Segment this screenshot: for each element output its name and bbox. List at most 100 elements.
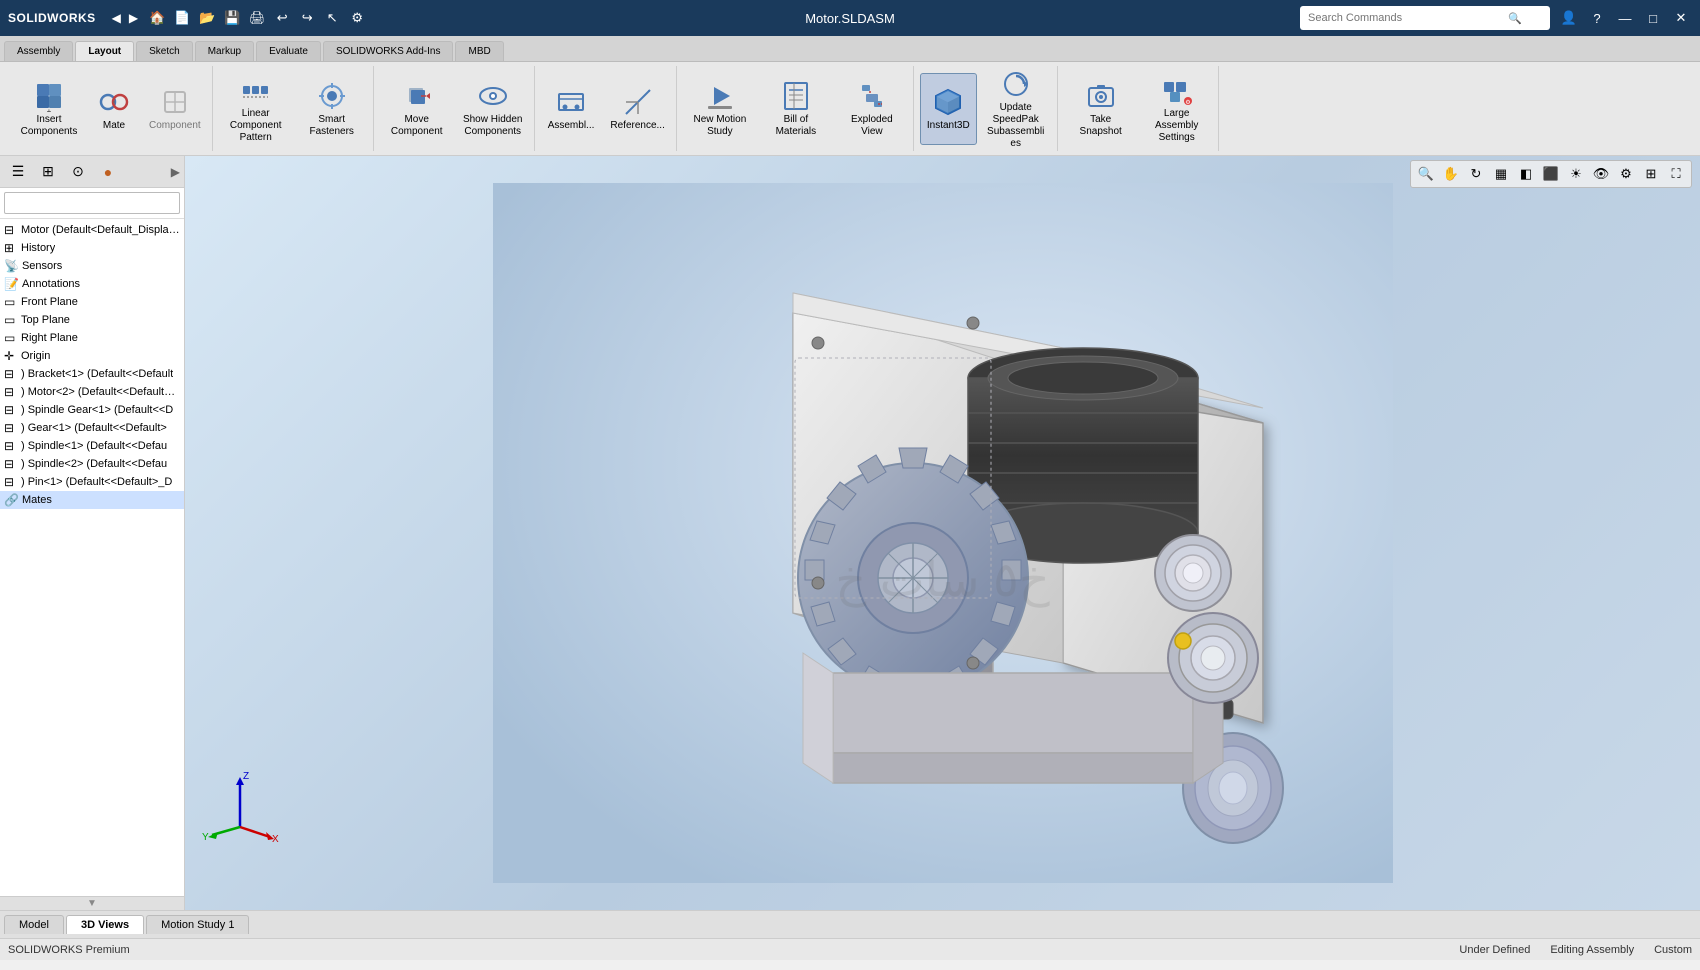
component-icon [159,86,191,118]
minimize-button[interactable]: — [1614,7,1636,29]
tree-item-bracket[interactable]: ⊟ ) Bracket<1> (Default<<Default [0,365,184,383]
main-area: ☰ ⊞ ⊙ ● ▶ ⊟ Motor (Default<Default_Displ… [0,156,1700,910]
save-button[interactable]: 💾 [221,7,243,29]
tree-item-mates[interactable]: 🔗 Mates [0,491,184,509]
update-speedpak-button[interactable]: Update SpeedPak Subassemblies [979,73,1053,145]
tree-item-sensors-icon: 📡 [4,259,19,273]
bottom-tab-motion1[interactable]: Motion Study 1 [146,915,249,934]
bottom-tab-3dviews[interactable]: 3D Views [66,915,144,934]
show-hidden-label: Show Hidden Components [463,114,523,138]
linear-pattern-label: Linear Component Pattern [226,108,286,144]
instant3d-button[interactable]: Instant3D [920,73,977,145]
ribbon-group-pattern-items: Linear Component Pattern Smart Fas [219,68,369,149]
move-component-button[interactable]: Move Component [380,73,454,145]
tree-item-gear[interactable]: ⊟ ) Gear<1> (Default<<Default> [0,419,184,437]
tab-mbd[interactable]: MBD [455,41,503,61]
assembly-label: Assembl... [548,120,595,132]
search-dropdown-icon[interactable]: ▼ [1524,13,1534,24]
bill-of-materials-button[interactable]: Bill of Materials [759,73,833,145]
tree-item-top-plane[interactable]: ▭ Top Plane [0,311,184,329]
tree-item-origin[interactable]: ✛ Origin [0,347,184,365]
print-button[interactable]: 🖨 [246,7,268,29]
maximize-button[interactable]: □ [1642,7,1664,29]
mate-button[interactable]: Mate [88,73,140,145]
tree-item-top-plane-label: Top Plane [21,314,70,326]
ribbon-group-move: Move Component Show Hidden Components [376,66,535,151]
user-icon[interactable]: 👤 [1558,7,1580,29]
component-button[interactable]: Component [142,73,208,145]
tree-item-right-plane-icon: ▭ [4,331,18,345]
reference-button[interactable]: Reference... [603,73,671,145]
undo-button[interactable]: ↩ [271,7,293,29]
take-snapshot-label: Take Snapshot [1071,114,1131,138]
model-area [185,156,1700,910]
new-button[interactable]: 📄 [171,7,193,29]
tab-sketch[interactable]: Sketch [136,41,193,61]
new-motion-study-label: New Motion Study [690,114,750,138]
select-button[interactable]: ↖ [321,7,343,29]
tab-evaluate[interactable]: Evaluate [256,41,321,61]
large-assembly-button[interactable]: ⚙ Large Assembly Settings [1140,73,1214,145]
tree-item-gear-icon: ⊟ [4,421,18,435]
panel-color-icon[interactable]: ● [94,160,122,184]
home-button[interactable]: 🏠 [146,7,168,29]
panel-grid-icon[interactable]: ⊞ [34,160,62,184]
close-button[interactable]: ✕ [1670,7,1692,29]
update-speedpak-icon [1000,68,1032,100]
tab-markup[interactable]: Markup [195,41,254,61]
mate-label: Mate [103,120,125,132]
tree-item-history[interactable]: ⊞ History [0,239,184,257]
tab-layout[interactable]: Layout [75,41,134,61]
bottom-tab-model[interactable]: Model [4,915,64,934]
show-hidden-button[interactable]: Show Hidden Components [456,73,530,145]
tree-search-input[interactable] [4,192,180,214]
feature-tree: ⊟ Motor (Default<Default_Display Sta ⊞ H… [0,219,184,896]
exploded-view-button[interactable]: Exploded View [835,73,909,145]
insert-components-button[interactable]: + Insert Components [12,73,86,145]
panel-resize-handle[interactable]: ▼ [0,896,184,910]
open-button[interactable]: 📂 [196,7,218,29]
tree-item-sensors[interactable]: 📡 Sensors [0,257,184,275]
forward-button[interactable]: ▶ [127,9,140,27]
options-button[interactable]: ⚙ [346,7,368,29]
help-icon[interactable]: ? [1586,7,1608,29]
ribbon-group-ref-items: Assembl... Reference... [541,68,672,149]
tab-assembly[interactable]: Assembly [4,41,73,61]
panel-target-icon[interactable]: ⊙ [64,160,92,184]
exploded-view-label: Exploded View [842,114,902,138]
linear-pattern-button[interactable]: Linear Component Pattern [219,73,293,145]
ribbon-group-pattern: Linear Component Pattern Smart Fas [215,66,374,151]
title-icons: 👤 ? — □ ✕ [1558,7,1692,29]
search-box[interactable]: 🔍 ▼ [1300,6,1550,30]
tree-item-motor[interactable]: ⊟ Motor (Default<Default_Display Sta [0,221,184,239]
tree-item-pin[interactable]: ⊟ ) Pin<1> (Default<<Default>_D [0,473,184,491]
linear-pattern-icon [240,74,272,106]
back-button[interactable]: ◀ [110,9,123,27]
smart-fasteners-button[interactable]: Smart Fasteners [295,73,369,145]
tree-item-origin-icon: ✛ [4,349,18,363]
tree-item-spindle-gear[interactable]: ⊟ ) Spindle Gear<1> (Default<<D [0,401,184,419]
viewport[interactable]: 🔍 ✋ ↻ ▦ ◧ ⬛ ☀ 👁 ⚙ ⊞ ⛶ [185,156,1700,910]
assembly-button[interactable]: Assembl... [541,73,602,145]
tree-item-motor2[interactable]: ⊟ ) Motor<2> (Default<<Default>_D [0,383,184,401]
redo-button[interactable]: ↪ [296,7,318,29]
tree-item-right-plane[interactable]: ▭ Right Plane [0,329,184,347]
window-title: Motor.SLDASM [805,11,895,26]
take-snapshot-button[interactable]: Take Snapshot [1064,73,1138,145]
tree-item-annotations[interactable]: 📝 Annotations [0,275,184,293]
search-input[interactable] [1308,12,1508,24]
tree-item-front-plane[interactable]: ▭ Front Plane [0,293,184,311]
tree-item-spindle2[interactable]: ⊟ ) Spindle<2> (Default<<Defau [0,455,184,473]
new-motion-study-button[interactable]: New Motion Study [683,73,757,145]
show-hidden-icon [477,80,509,112]
panel-toolbar: ☰ ⊞ ⊙ ● ▶ [0,156,184,188]
panel-expand-arrow[interactable]: ▶ [171,165,180,179]
reference-label: Reference... [610,120,664,132]
tab-addins[interactable]: SOLIDWORKS Add-Ins [323,41,453,61]
tree-item-spindle1[interactable]: ⊟ ) Spindle<1> (Default<<Defau [0,437,184,455]
panel-list-icon[interactable]: ☰ [4,160,32,184]
svg-text:Z: Z [243,771,249,782]
tree-item-history-label: History [21,242,55,254]
left-panel: ☰ ⊞ ⊙ ● ▶ ⊟ Motor (Default<Default_Displ… [0,156,185,910]
tree-item-spindle-gear-icon: ⊟ [4,403,18,417]
